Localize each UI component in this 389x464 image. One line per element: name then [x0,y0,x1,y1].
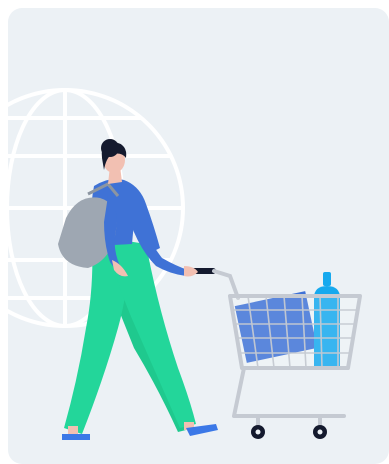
hair-bun [101,139,119,157]
shoe-left [62,434,90,440]
shopping-illustration [8,8,389,464]
illustration-card [8,8,389,464]
